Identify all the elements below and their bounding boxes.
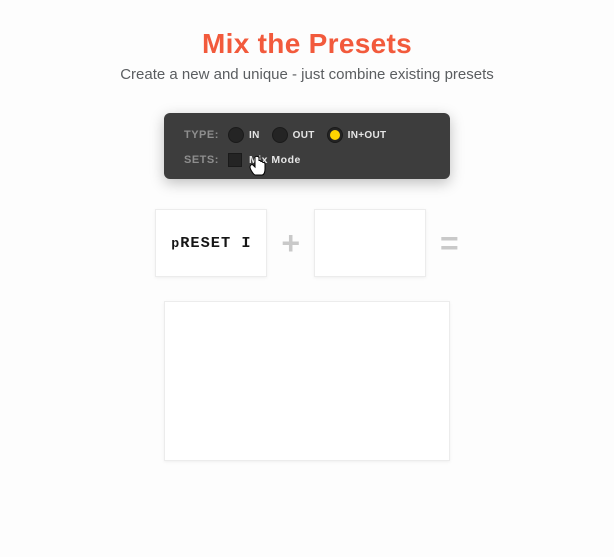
mixmode-label: Mix Mode [249,154,301,166]
type-radio-out[interactable] [272,127,288,143]
preset-equation: pRESET I + = [0,209,614,277]
sets-row: SETS: Mix Mode [184,153,434,167]
preset-card-2[interactable] [314,209,426,277]
control-panel: TYPE: IN OUT IN+OUT SETS: Mix Mode [164,113,450,179]
equals-icon: = [440,227,459,259]
result-preview [164,301,450,461]
type-label: TYPE: [184,129,228,141]
type-radio-inout-label: IN+OUT [348,130,387,141]
plus-icon: + [281,227,300,259]
type-radio-inout[interactable] [327,127,343,143]
preset-card-1[interactable]: pRESET I [155,209,267,277]
preset-card-1-text: pRESET I [171,235,251,252]
type-radio-out-label: OUT [293,130,315,141]
type-radio-in-label: IN [249,130,260,141]
type-row: TYPE: IN OUT IN+OUT [184,127,434,143]
type-radio-in[interactable] [228,127,244,143]
page-subtitle: Create a new and unique - just combine e… [0,66,614,83]
sets-label: SETS: [184,154,228,166]
mixmode-checkbox[interactable] [228,153,242,167]
page-title: Mix the Presets [0,28,614,60]
